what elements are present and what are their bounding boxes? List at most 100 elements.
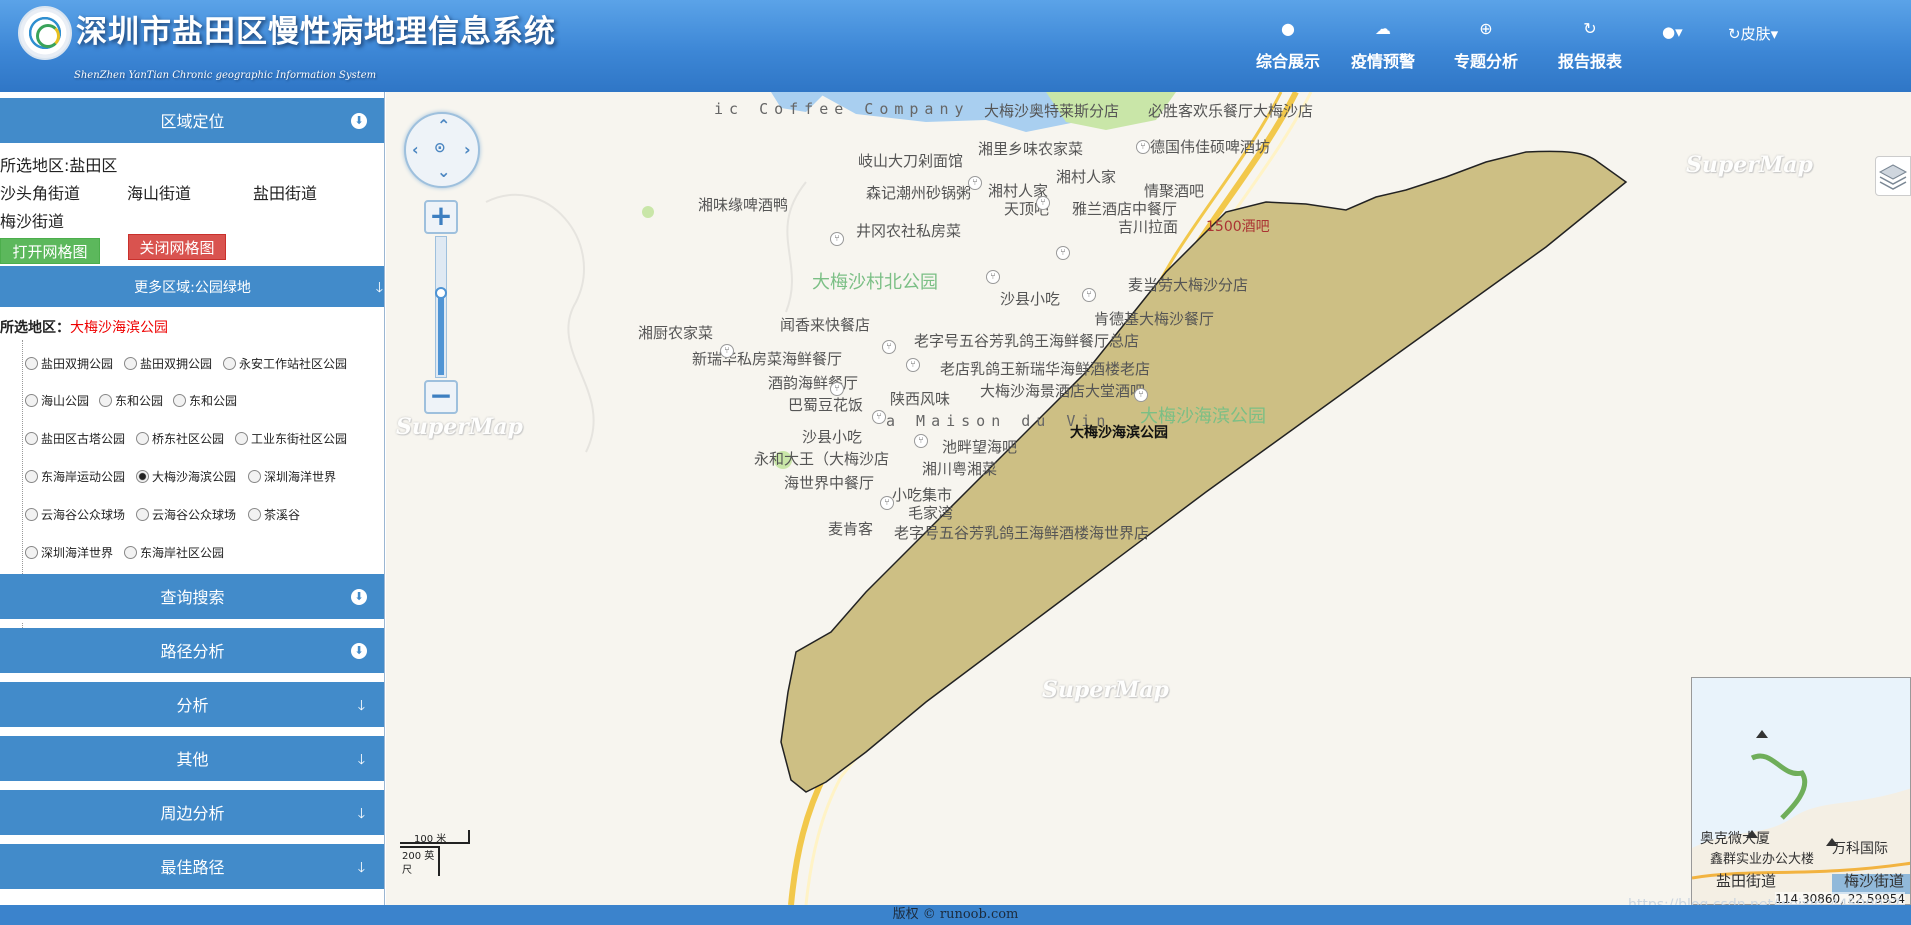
radio-icon xyxy=(25,432,38,445)
poi-label: 井冈农社私房菜 xyxy=(856,222,962,240)
restaurant-icon[interactable]: ⑂ xyxy=(1082,288,1096,302)
park-radio[interactable]: 云海谷公众球场 xyxy=(25,506,125,523)
section-nearby-analysis[interactable]: 周边分析 🡓 xyxy=(0,790,384,838)
section-region-locate[interactable]: 区域定位 ⬇ xyxy=(0,98,384,146)
poi-label: 麦当劳大梅沙分店 xyxy=(1128,276,1249,294)
restaurant-icon[interactable]: ⑂ xyxy=(968,176,982,190)
nav-thematic-analysis[interactable]: ⊕ 专题分析 xyxy=(1441,20,1531,72)
section-route-analysis[interactable]: 路径分析 ⬇ xyxy=(0,628,384,676)
park-radio[interactable]: 深圳海洋世界 xyxy=(25,544,113,561)
section-best-route[interactable]: 最佳路径 🡓 xyxy=(0,844,384,892)
street-haishan[interactable]: 海山街道 xyxy=(127,180,191,204)
skin-dropdown[interactable]: ↻皮肤▾ xyxy=(1728,23,1778,44)
pan-center-icon[interactable]: ⊙ xyxy=(434,140,446,156)
park-radio[interactable]: 东海岸社区公园 xyxy=(124,544,224,561)
open-grid-button[interactable]: 打开网格图 xyxy=(0,238,100,264)
park-radio[interactable]: 东和公园 xyxy=(99,392,163,409)
restaurant-icon[interactable]: ⑂ xyxy=(830,382,844,396)
section-more-regions[interactable]: 更多区域:公园绿地 🡓 xyxy=(0,266,384,310)
download-circle-icon: ⊕ xyxy=(1479,19,1493,38)
apple-dropdown[interactable]: ●▾ xyxy=(1662,23,1683,41)
restaurant-icon[interactable]: ⑂ xyxy=(1134,388,1148,402)
poi-label: 沙县小吃 xyxy=(802,428,863,446)
park-radio-label: 深圳海洋世界 xyxy=(264,470,337,484)
overview-map[interactable]: 奥克微大厦 鑫群实业办公大楼 万科国际 盐田街道 梅沙街道 xyxy=(1691,677,1911,905)
radio-icon xyxy=(25,357,38,370)
pan-up-icon[interactable]: ⌃ xyxy=(437,116,450,135)
zoom-slider-handle[interactable] xyxy=(435,287,447,299)
restaurant-icon[interactable]: ⑂ xyxy=(720,344,734,358)
zoom-in-button[interactable]: + xyxy=(424,200,458,234)
poi-label: 岐山大刀剁面馆 xyxy=(858,152,964,170)
park-radio[interactable]: 永安工作站社区公园 xyxy=(223,355,347,372)
pan-left-icon[interactable]: ‹ xyxy=(412,140,419,159)
park-radio-label: 盐田双拥公园 xyxy=(41,357,114,371)
park-radio[interactable]: 工业东街社区公园 xyxy=(235,430,347,447)
restaurant-icon[interactable]: ⑂ xyxy=(882,340,896,354)
poi-label: 吉川拉面 xyxy=(1118,218,1179,236)
park-radio[interactable]: 盐田双拥公园 xyxy=(25,355,113,372)
section-analysis[interactable]: 分析 🡓 xyxy=(0,682,384,730)
restaurant-icon[interactable]: ⑂ xyxy=(1056,246,1070,260)
nav-epidemic-warning[interactable]: ☁ 疫情预警 xyxy=(1338,20,1428,72)
radio-icon xyxy=(99,394,112,407)
section-nearby-analysis-label: 周边分析 xyxy=(160,804,225,823)
park-radio[interactable]: 盐田区古塔公园 xyxy=(25,430,125,447)
park-radio[interactable]: 东和公园 xyxy=(173,392,237,409)
restaurant-icon[interactable]: ⑂ xyxy=(986,270,1000,284)
copyright-text: 版权 © runoob.com xyxy=(892,907,1019,922)
park-radio[interactable]: 深圳海洋世界 xyxy=(248,468,336,485)
restaurant-icon[interactable]: ⑂ xyxy=(906,358,920,372)
restaurant-icon[interactable]: ⑂ xyxy=(914,434,928,448)
refresh-icon: ↻ xyxy=(1728,25,1741,43)
nav-overview[interactable]: ● 综合展示 xyxy=(1243,20,1333,72)
pan-down-icon[interactable]: ⌄ xyxy=(437,162,450,181)
supermap-watermark: SuperMap xyxy=(396,414,523,440)
park-radio[interactable]: 云海谷公众球场 xyxy=(136,506,236,523)
layers-button[interactable] xyxy=(1875,156,1911,196)
street-meisha[interactable]: 梅沙街道 xyxy=(0,208,64,232)
section-other[interactable]: 其他 🡓 xyxy=(0,736,384,784)
chevron-circle-down-icon: ⬇ xyxy=(351,643,367,659)
poi-label: 湘村人家 xyxy=(1056,168,1117,186)
map-view[interactable]: SuperMap SuperMap SuperMap ic Coffee Com… xyxy=(386,92,1911,905)
park-radio[interactable]: 茶溪谷 xyxy=(248,506,300,523)
supermap-watermark: SuperMap xyxy=(1686,152,1813,178)
selected-area-label: 所选地区:盐田区 xyxy=(0,156,118,175)
poi-label: 陕西风味 xyxy=(890,390,951,408)
radio-icon xyxy=(25,394,38,407)
street-shatoujiao[interactable]: 沙头角街道 xyxy=(0,180,80,204)
poi-label: 麦肯客 xyxy=(828,520,874,538)
nav-overview-label: 综合展示 xyxy=(1255,52,1320,71)
restaurant-icon[interactable]: ⑂ xyxy=(872,410,886,424)
restaurant-icon[interactable]: ⑂ xyxy=(1136,140,1150,154)
park-polygon xyxy=(780,150,1628,793)
poi-label: 必胜客欢乐餐厅大梅沙店 xyxy=(1148,102,1314,120)
park-radio-label: 东海岸社区公园 xyxy=(140,546,225,560)
street-yantian[interactable]: 盐田街道 xyxy=(253,180,317,204)
park-radio[interactable]: 东海岸运动公园 xyxy=(25,468,125,485)
park-radio[interactable]: 海山公园 xyxy=(25,392,89,409)
pan-control[interactable]: ⌃ ⌄ ‹ › ⊙ xyxy=(404,112,480,188)
zoom-slider[interactable] xyxy=(435,236,447,378)
poi-label: 肯德基大梅沙餐厅 xyxy=(1094,310,1215,328)
restaurant-icon[interactable]: ⑂ xyxy=(830,232,844,246)
poi-label: 池畔望海吧 xyxy=(942,438,1018,456)
zoom-out-button[interactable]: − xyxy=(424,380,458,414)
park-radio-label: 桥东社区公园 xyxy=(152,432,225,446)
nav-reports[interactable]: ↻ 报告报表 xyxy=(1545,20,1635,72)
section-query-search[interactable]: 查询搜索 ⬇ xyxy=(0,574,384,622)
restaurant-icon[interactable]: ⑂ xyxy=(1036,196,1050,210)
pan-right-icon[interactable]: › xyxy=(464,140,471,159)
cloud-icon: ☁ xyxy=(1375,19,1391,38)
restaurant-icon[interactable]: ⑂ xyxy=(880,496,894,510)
park-radio[interactable]: 大梅沙海滨公园 xyxy=(136,468,236,485)
close-grid-button[interactable]: 关闭网格图 xyxy=(128,234,226,260)
park-radio-label: 大梅沙海滨公园 xyxy=(152,470,237,484)
radio-icon xyxy=(25,546,38,559)
park-radio-label: 东海岸运动公园 xyxy=(41,470,126,484)
skin-label: 皮肤 xyxy=(1740,25,1771,43)
park-radio[interactable]: 盐田双拥公园 xyxy=(124,355,212,372)
park-radio[interactable]: 桥东社区公园 xyxy=(136,430,224,447)
radio-icon xyxy=(124,546,137,559)
